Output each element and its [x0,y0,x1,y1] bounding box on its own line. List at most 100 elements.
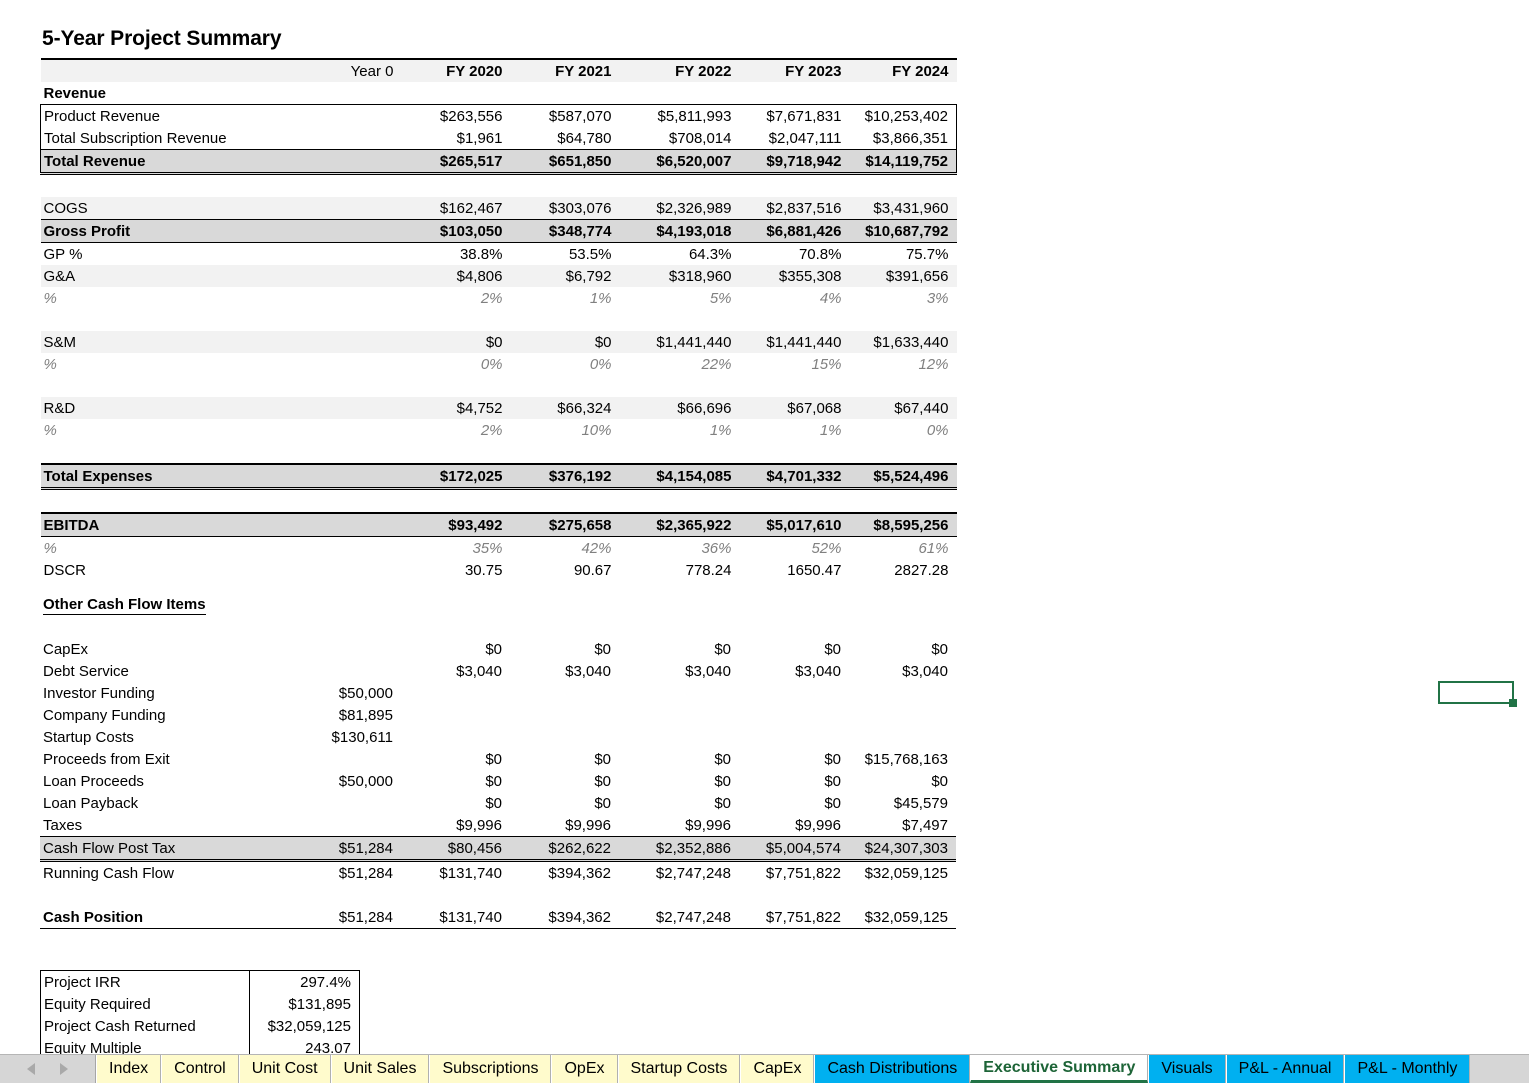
row-company-funding[interactable]: Company Funding $81,895 [40,704,956,726]
sheet-tab-unit-sales[interactable]: Unit Sales [330,1055,430,1083]
row-cogs[interactable]: COGS $162,467 $303,076 $2,326,989 $2,837… [40,197,957,220]
row-equity-multiple[interactable]: Equity Multiple 243.07 [40,1037,360,1054]
row-rd-percent[interactable]: % 2% 10% 1% 1% 0% [40,419,957,441]
sheet-tab-p-l-monthly[interactable]: P&L - Monthly [1344,1055,1471,1083]
row-investor-funding[interactable]: Investor Funding $50,000 [40,682,956,704]
row-gross-profit[interactable]: Gross Profit $103,050 $348,774 $4,193,01… [40,219,957,243]
row-debt-service[interactable]: Debt Service $3,040 $3,040 $3,040 $3,040… [40,660,956,682]
cell: $2,326,989 [656,199,732,217]
row-loan-proceeds[interactable]: Loan Proceeds $50,000 $0 $0 $0 $0 $0 [40,770,956,792]
cell: $67,440 [894,399,949,417]
cell: $2,352,886 [655,839,731,857]
sheet-tab-bar[interactable]: Index Control Unit Cost Unit Sales Subscript… [0,1054,1529,1083]
cell: $391,656 [885,267,949,285]
row-product-revenue[interactable]: Product Revenue $263,556 $587,070 $5,811… [40,104,957,127]
cell [619,682,739,704]
cell [284,513,402,537]
cell: $0 [714,772,731,790]
row-total-expenses[interactable]: Total Expenses $172,025 $376,192 $4,154,… [40,464,957,489]
cell [284,287,402,309]
fill-handle[interactable] [1509,699,1517,707]
other-cash-flow-items-heading: Other Cash Flow Items [43,596,206,615]
sheet-tab-index[interactable]: Index [96,1055,162,1083]
row-taxes[interactable]: Taxes $9,996 $9,996 $9,996 $9,996 $7,497 [40,814,956,837]
cell: 778.24 [685,561,732,579]
row-capex[interactable]: CapEx $0 $0 $0 $0 $0 [40,638,956,660]
row-ebitda[interactable]: EBITDA $93,492 $275,658 $2,365,922 $5,01… [40,513,957,537]
next-sheet-arrow-icon[interactable] [60,1063,69,1075]
cell: $0 [594,794,611,812]
row-label: Investor Funding [43,684,155,702]
cell: $2,747,248 [655,864,731,882]
previous-sheet-arrow-icon[interactable] [26,1063,35,1075]
spreadsheet-canvas[interactable]: 5-Year Project Summary Year 0 FY 2020 FY… [0,0,1529,1054]
row-project-irr[interactable]: Project IRR 297.4% [40,970,360,993]
sheet-tab-startup-costs[interactable]: Startup Costs [617,1055,741,1083]
row-label: Loan Payback [43,794,139,812]
cell [739,726,849,748]
header-cell-fy2021: FY 2021 [555,62,612,80]
cell [283,792,401,814]
row-equity-required[interactable]: Equity Required $131,895 [40,993,360,1015]
row-sm-percent[interactable]: % 0% 0% 22% 15% 12% [40,353,957,375]
row-total-subscription-revenue[interactable]: Total Subscription Revenue $1,961 $64,78… [40,127,957,150]
cell: $131,895 [249,993,360,1015]
sheet-tab-unit-cost[interactable]: Unit Cost [238,1055,331,1083]
cell: $0 [594,750,611,768]
cell [284,82,402,105]
active-cell-selection[interactable] [1438,681,1514,704]
row-gp-percent[interactable]: GP % 38.8% 53.5% 64.3% 70.8% 75.7% [40,242,957,265]
cell: $93,492 [448,516,503,534]
row-label: Gross Profit [43,222,131,240]
row-running-cash-flow[interactable]: Running Cash Flow $51,284 $131,740 $394,… [40,860,956,884]
profit-loss-table[interactable]: Year 0 FY 2020 FY 2021 FY 2022 FY 2023 F… [40,58,957,581]
cell: $67,068 [787,399,842,417]
cell [510,726,619,748]
cell: $32,059,125 [249,1015,360,1037]
row-total-revenue[interactable]: Total Revenue $265,517 $651,850 $6,520,0… [40,149,957,174]
sheet-tab-cash-distributions[interactable]: Cash Distributions [814,1055,971,1083]
cell: $4,752 [456,399,503,417]
cell: $0 [824,750,841,768]
cell: $66,696 [677,399,732,417]
cell: $708,014 [668,129,732,147]
cell: $263,556 [439,107,503,125]
row-ga[interactable]: G&A $4,806 $6,792 $318,960 $355,308 $391… [40,265,957,287]
returns-summary-table[interactable]: Project IRR 297.4% Equity Required $131,… [40,970,360,1054]
cell: $394,362 [548,908,611,926]
row-cash-position[interactable]: Cash Position $51,284 $131,740 $394,362 … [40,906,956,929]
sheet-tab-capex[interactable]: CapEx [740,1055,815,1083]
cell: $2,837,516 [766,199,842,217]
cell: $9,718,942 [766,152,842,170]
cell: 36% [701,539,732,557]
row-loan-payback[interactable]: Loan Payback $0 $0 $0 $0 $45,579 [40,792,956,814]
cell: $0 [824,772,841,790]
row-sm[interactable]: S&M $0 $0 $1,441,440 $1,441,440 $1,633,4… [40,331,957,353]
cell: $318,960 [668,267,732,285]
cell [283,814,401,837]
row-ga-percent[interactable]: % 2% 1% 5% 4% 3% [40,287,957,309]
row-revenue-heading[interactable]: Revenue [40,82,957,105]
cell: 75.7% [905,245,949,263]
row-startup-costs[interactable]: Startup Costs $130,611 [40,726,956,748]
row-dscr[interactable]: DSCR 30.75 90.67 778.24 1650.47 2827.28 [40,559,957,581]
cell: $0 [485,333,503,351]
sheet-tab-opex[interactable]: OpEx [551,1055,618,1083]
row-cash-flow-post-tax[interactable]: Cash Flow Post Tax $51,284 $80,456 $262,… [40,836,956,861]
sheet-tab-executive-summary[interactable]: Executive Summary [970,1055,1149,1083]
row-project-cash-returned[interactable]: Project Cash Returned $32,059,125 [40,1015,360,1037]
sheet-tab-p-l-annual[interactable]: P&L - Annual [1225,1055,1345,1083]
cell: $7,671,831 [766,107,842,125]
row-proceeds-from-exit[interactable]: Proceeds from Exit $0 $0 $0 $0 $15,768,1… [40,748,956,770]
sheet-nav-arrows[interactable] [0,1055,96,1083]
sheet-tabs[interactable]: Index Control Unit Cost Unit Sales Subscript… [96,1055,1529,1083]
row-ebitda-percent[interactable]: % 35% 42% 36% 52% 61% [40,536,957,559]
sheet-tab-visuals[interactable]: Visuals [1148,1055,1226,1083]
sheet-tab-subscriptions[interactable]: Subscriptions [429,1055,552,1083]
sheet-tab-control[interactable]: Control [161,1055,239,1083]
cash-flow-table[interactable]: CapEx $0 $0 $0 $0 $0 Debt Service $3,040… [40,638,956,929]
cell: $0 [485,794,502,812]
row-rd[interactable]: R&D $4,752 $66,324 $66,696 $67,068 $67,4… [40,397,957,419]
cell [850,82,957,105]
cell [620,82,740,105]
